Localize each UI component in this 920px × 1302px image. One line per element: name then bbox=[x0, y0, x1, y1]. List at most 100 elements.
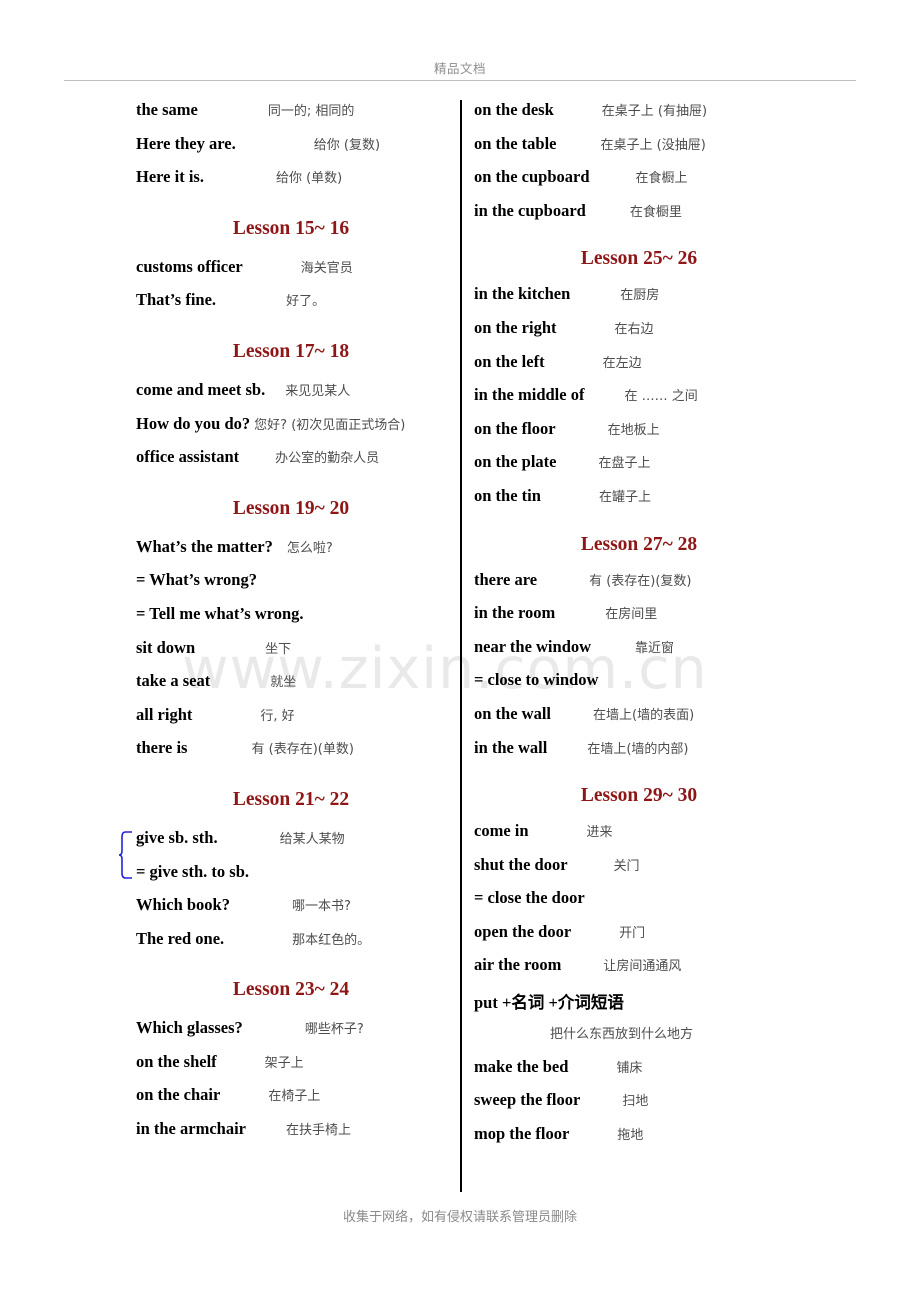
vocab-chinese: 在食橱里 bbox=[629, 204, 682, 220]
vocab-chinese: 有 (表存在)(单数) bbox=[251, 742, 354, 758]
lesson-heading-group: Lesson 19~ 20 bbox=[136, 481, 446, 537]
vocab-row: = close to window bbox=[474, 670, 804, 704]
vocab-english: = close to window bbox=[474, 670, 599, 690]
vocab-chinese: 那本红色的。 bbox=[292, 932, 371, 948]
vocab-english: on the wall bbox=[474, 703, 552, 723]
vocab-row: make the bed 铺床 bbox=[474, 1057, 804, 1091]
vocab-row: The red one. 那本红色的。 bbox=[136, 929, 446, 963]
vocab-english: in the middle of bbox=[474, 385, 585, 405]
vocab-row: Here it is. 给你 (单数) bbox=[136, 167, 446, 201]
vocab-chinese: 办公室的勤杂人员 bbox=[275, 451, 380, 467]
vocab-row: on the shelf 架子上 bbox=[136, 1052, 446, 1086]
vocab-row: mop the floor 拖地 bbox=[474, 1124, 804, 1158]
vocab-row: = close the door bbox=[474, 888, 804, 922]
vocab-english: on the right bbox=[474, 317, 557, 337]
vocab-row: That’s fine. 好了。 bbox=[136, 290, 446, 324]
vocab-english: = give sth. to sb. bbox=[136, 861, 249, 881]
vocab-english: shut the door bbox=[474, 854, 568, 874]
footer-note: 收集于网络，如有侵权请联系管理员删除 bbox=[342, 1210, 577, 1225]
vocab-chinese: 哪些杯子? bbox=[304, 1022, 364, 1038]
lesson-heading: Lesson 21~ 22 bbox=[232, 788, 350, 810]
page-footer: 收集于网络，如有侵权请联系管理员删除 bbox=[64, 1206, 856, 1226]
vocab-row: in the cupboard 在食橱里 bbox=[474, 201, 804, 235]
vocab-row: air the room 让房间通通风 bbox=[474, 955, 804, 989]
vocab-english: on the chair bbox=[136, 1085, 221, 1105]
vocab-english: Here it is. bbox=[136, 167, 204, 187]
vocab-chinese: 来见见某人 bbox=[285, 383, 351, 399]
lesson-heading-group: Lesson 25~ 26 bbox=[474, 234, 804, 284]
vocab-english: = What’s wrong? bbox=[136, 570, 257, 590]
vocab-english: on the left bbox=[474, 351, 545, 371]
vocab-english: on the floor bbox=[474, 418, 556, 438]
vocab-row: on the left 在左边 bbox=[474, 352, 804, 386]
vocab-chinese: 在食橱上 bbox=[635, 171, 688, 187]
vocab-chinese: 开门 bbox=[619, 925, 646, 941]
vocab-row: = What’s wrong? bbox=[136, 570, 446, 604]
lesson-heading: Lesson 29~ 30 bbox=[580, 785, 698, 807]
vocab-row: on the wall 在墙上(墙的表面) bbox=[474, 704, 804, 738]
vocab-row: office assistant 办公室的勤杂人员 bbox=[136, 447, 446, 481]
vocab-chinese: 在椅子上 bbox=[268, 1089, 321, 1105]
header-divider-rule bbox=[64, 80, 856, 81]
vocab-chinese: 给你 (复数) bbox=[313, 137, 381, 153]
vocab-chinese: 在地板上 bbox=[607, 422, 660, 438]
vocab-english: put +名词 +介词短语 bbox=[474, 993, 624, 1013]
vocab-row: in the kitchen 在厨房 bbox=[474, 284, 804, 318]
vocab-chinese: 拖地 bbox=[617, 1127, 644, 1143]
vocab-row: = give sth. to sb. bbox=[136, 862, 446, 896]
lesson-heading: Lesson 15~ 16 bbox=[232, 217, 350, 239]
vocab-chinese: 关门 bbox=[613, 858, 640, 874]
vocab-row: on the plate 在盘子上 bbox=[474, 452, 804, 486]
vocab-english: That’s fine. bbox=[136, 290, 217, 310]
vocab-row: there are 有 (表存在)(复数) bbox=[474, 570, 804, 604]
vocab-row: in the room 在房间里 bbox=[474, 603, 804, 637]
vocab-english: in the room bbox=[474, 603, 556, 623]
vocab-row: put +名词 +介词短语 bbox=[474, 989, 804, 1023]
vocab-chinese: 靠近窗 bbox=[635, 640, 675, 656]
vocab-english: on the cupboard bbox=[474, 167, 590, 187]
vocab-row: = Tell me what’s wrong. bbox=[136, 604, 446, 638]
vocab-chinese: 让房间通通风 bbox=[603, 959, 682, 975]
vocab-row: in the middle of 在 …… 之间 bbox=[474, 385, 804, 419]
vocab-chinese: 怎么啦? bbox=[286, 540, 333, 556]
vocab-chinese: 哪一本书? bbox=[292, 899, 351, 915]
vocab-english: the same bbox=[136, 100, 198, 119]
vocab-english: all right bbox=[136, 704, 193, 724]
vocab-english: there is bbox=[136, 738, 188, 758]
vocab-english: sweep the floor bbox=[474, 1090, 581, 1110]
vocab-chinese: 扫地 bbox=[622, 1094, 649, 1110]
vocab-english: take a seat bbox=[136, 671, 211, 691]
vocab-row: sweep the floor 扫地 bbox=[474, 1090, 804, 1124]
vocab-row: on the right 在右边 bbox=[474, 318, 804, 352]
vocab-english: give sb. sth. bbox=[136, 827, 218, 847]
vocab-chinese: 在盘子上 bbox=[598, 456, 651, 472]
header-title: 精品文档 bbox=[433, 61, 486, 76]
vocab-row: open the door 开门 bbox=[474, 922, 804, 956]
vocab-chinese: 给你 (单数) bbox=[275, 171, 343, 187]
vocab-row: How do you do? 您好? (初次见面正式场合) bbox=[136, 414, 446, 448]
vocab-row: customs officer 海关官员 bbox=[136, 257, 446, 291]
vocab-english: on the plate bbox=[474, 452, 557, 472]
lesson-heading-group: Lesson 23~ 24 bbox=[136, 962, 446, 1018]
vocab-chinese: 在墙上(墙的表面) bbox=[593, 707, 695, 723]
continuation-row: 把什么东西放到什么地方 bbox=[474, 1023, 804, 1057]
lesson-heading: Lesson 19~ 20 bbox=[232, 497, 350, 519]
lesson-heading: Lesson 25~ 26 bbox=[580, 248, 698, 270]
vocab-english: on the shelf bbox=[136, 1051, 217, 1071]
vocab-row: in the wall 在墙上(墙的内部) bbox=[474, 738, 804, 772]
vocab-chinese: 把什么东西放到什么地方 bbox=[550, 1026, 694, 1042]
vocab-english: Here they are. bbox=[136, 133, 236, 153]
document-page: 精品文档 www.zixin.com.cn the same 同一的; 相同的 He… bbox=[0, 0, 920, 1302]
vocab-english: on the desk bbox=[474, 100, 554, 119]
lesson-heading-group: Lesson 17~ 18 bbox=[136, 324, 446, 380]
vocab-english: in the wall bbox=[474, 737, 548, 757]
vocab-chinese: 进来 bbox=[586, 825, 613, 841]
vocab-english: in the kitchen bbox=[474, 284, 571, 304]
vocab-row: come and meet sb. 来见见某人 bbox=[136, 380, 446, 414]
vocab-row: on the chair 在椅子上 bbox=[136, 1085, 446, 1119]
vocab-english: in the cupboard bbox=[474, 200, 586, 220]
vocab-row: on the tin 在罐子上 bbox=[474, 486, 804, 520]
vocab-chinese: 在房间里 bbox=[605, 607, 658, 623]
lesson-heading-group: Lesson 27~ 28 bbox=[474, 520, 804, 570]
vocab-chinese: 行, 好 bbox=[260, 708, 295, 724]
